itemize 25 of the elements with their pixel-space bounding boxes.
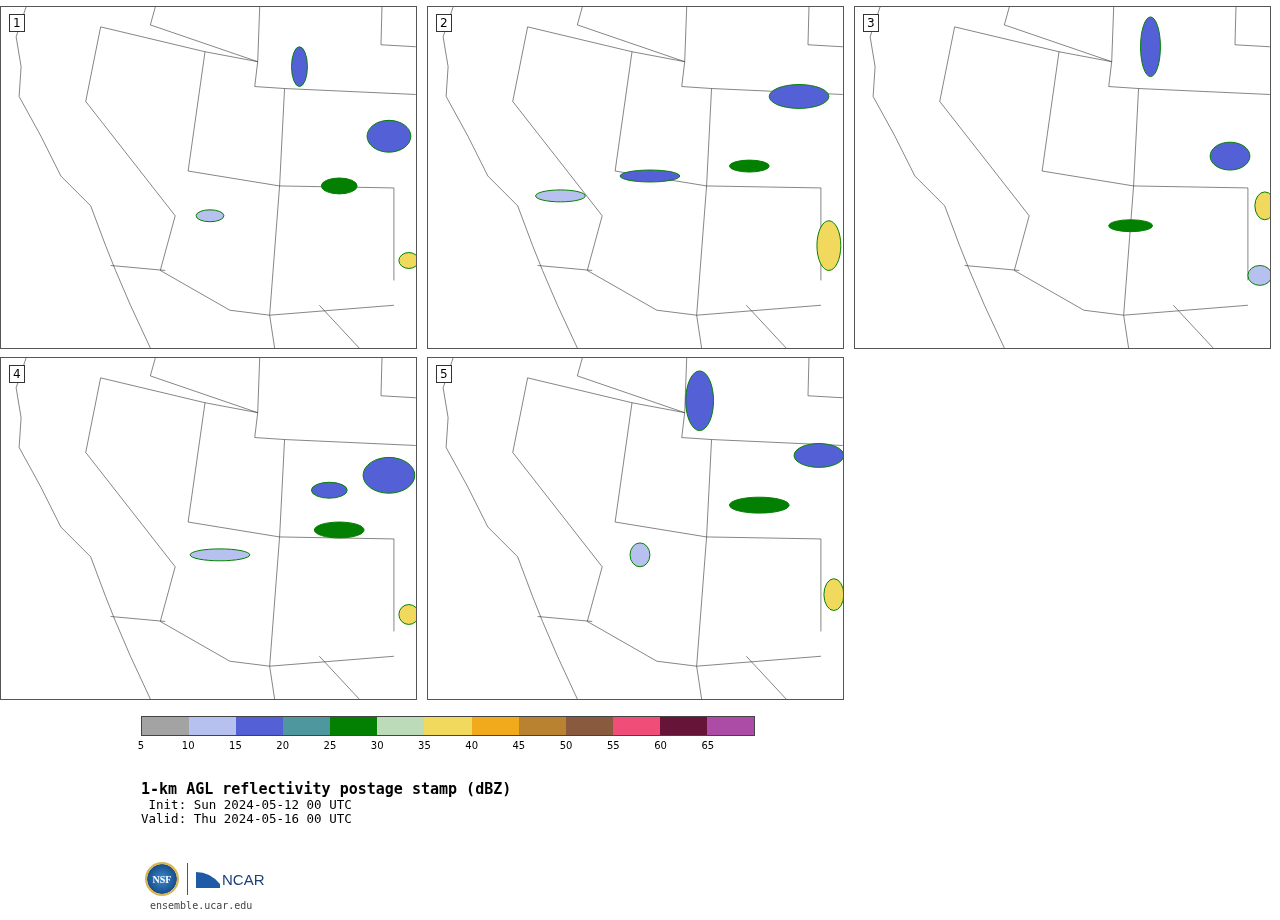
tick-label: 40 [465,740,478,751]
tick-label: 55 [607,740,620,751]
panel-number: 1 [9,14,25,32]
chart-title: 1-km AGL reflectivity postage stamp (dBZ) [141,780,513,798]
tick-label: 50 [559,740,573,751]
panel-number: 5 [436,365,452,383]
panel-number: 2 [436,14,452,32]
tick-label: 25 [323,740,337,751]
panel-number: 4 [9,365,25,383]
tick-label: 45 [512,740,526,751]
tick-label: 35 [418,740,431,751]
panel-number: 3 [863,14,879,32]
tick-label: 20 [276,740,290,751]
tick-label: 65 [701,740,715,751]
tick-label: 5 [137,740,145,751]
ncar-logo-text: NCAR [222,870,265,888]
valid-time: Valid: Thu 2024-05-16 00 UTC [141,812,353,826]
website-url: ensemble.ucar.edu [150,900,254,911]
init-time: Init: Sun 2024-05-12 00 UTC [147,798,353,812]
tick-label: 10 [181,740,195,751]
tick-label: 15 [229,740,242,751]
swoosh-icon [196,870,220,888]
nsf-logo: NSF [145,862,179,896]
tick-label: 30 [370,740,384,751]
tick-label: 60 [654,740,667,751]
